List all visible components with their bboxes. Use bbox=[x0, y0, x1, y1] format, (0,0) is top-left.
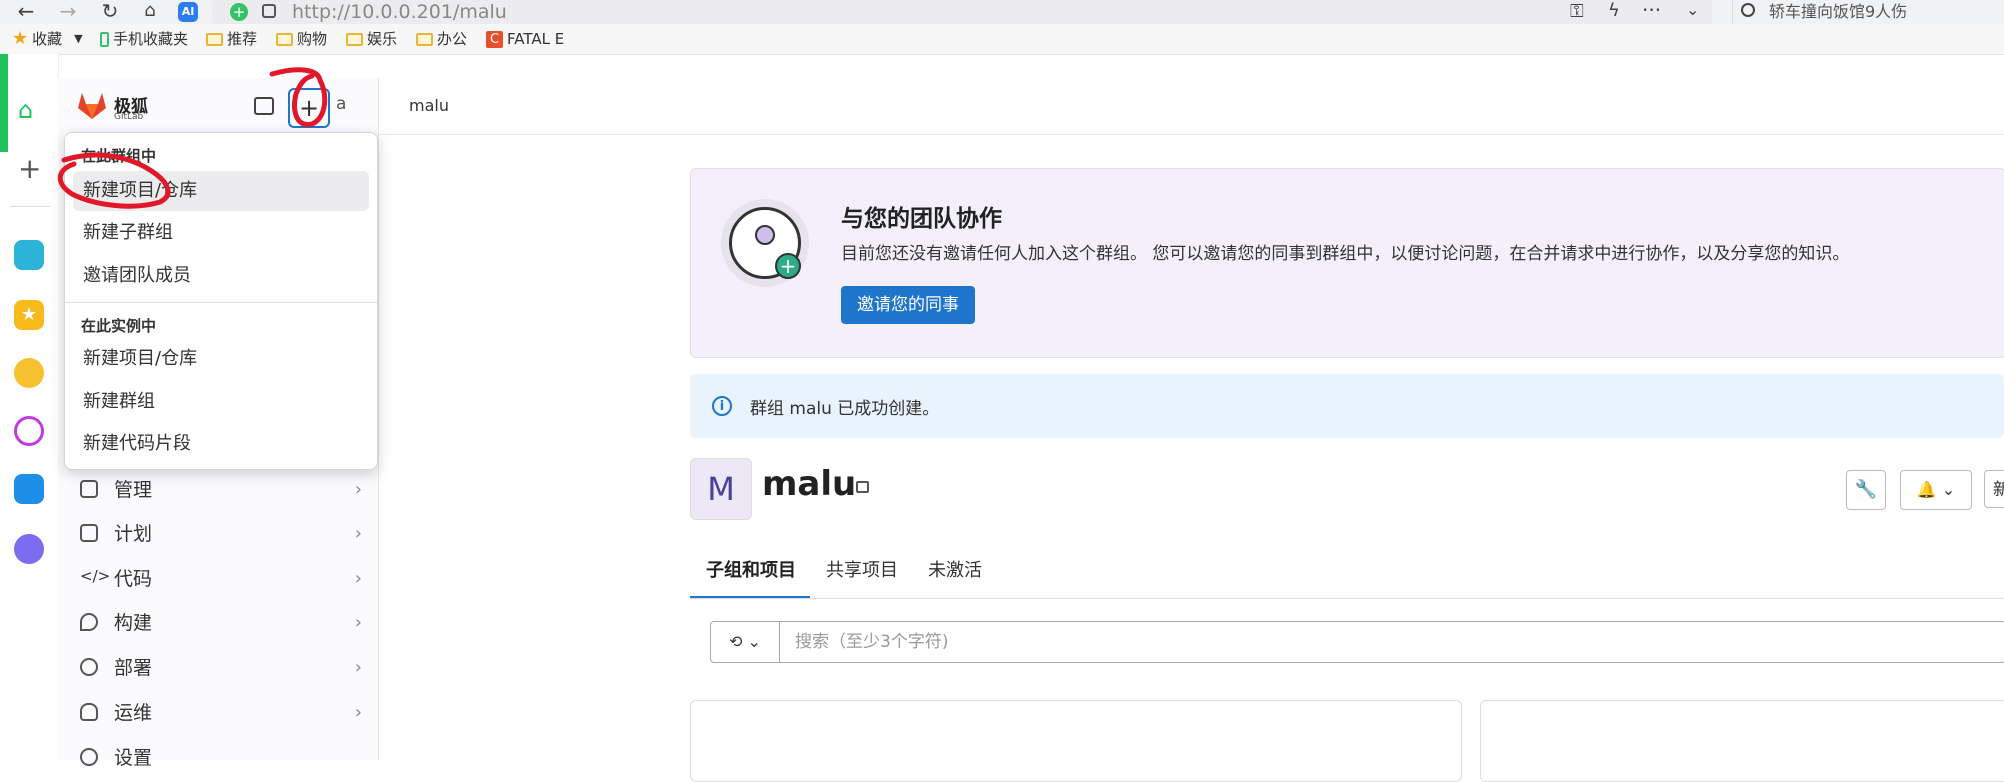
annotation-overlay bbox=[57, 67, 328, 209]
annotation-circle-plus bbox=[269, 67, 328, 128]
annotation-circle-new-project bbox=[57, 152, 171, 209]
